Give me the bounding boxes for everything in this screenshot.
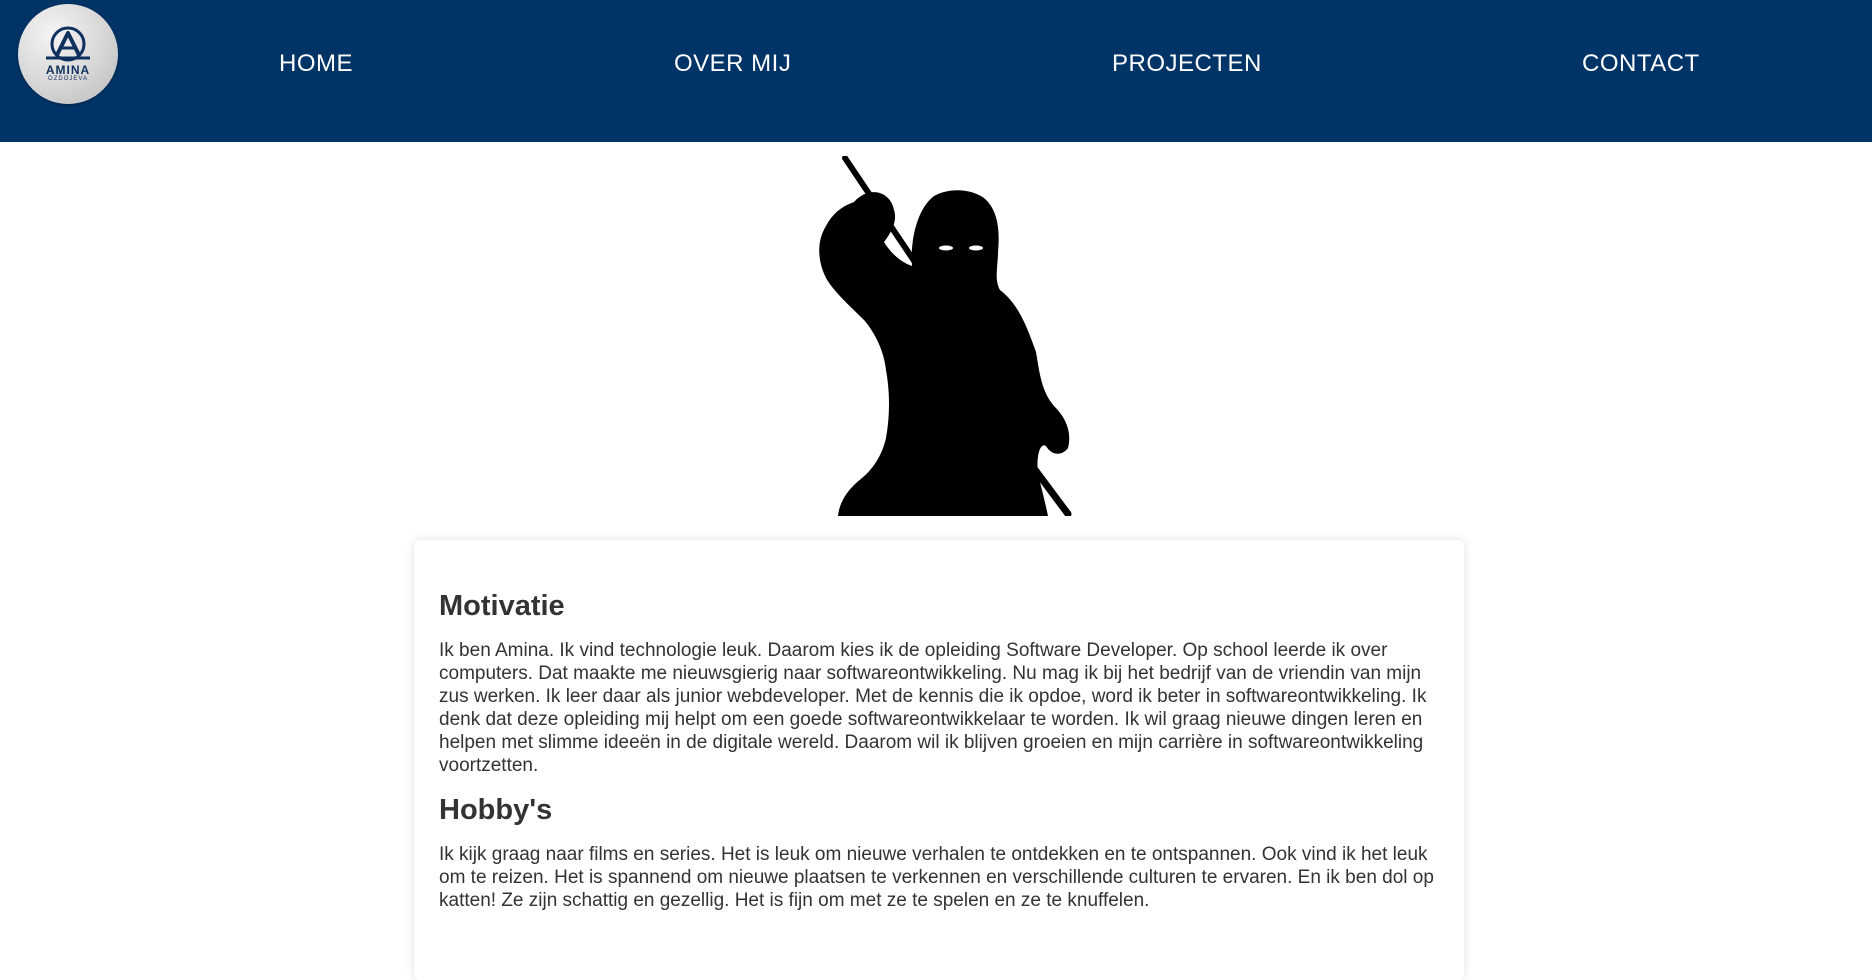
motivatie-heading: Motivatie — [439, 590, 565, 622]
nav-link-contact[interactable]: CONTACT — [1582, 50, 1700, 78]
motivatie-text: Ik ben Amina. Ik vind technologie leuk. … — [439, 640, 1427, 776]
ninja-silhouette-icon — [819, 155, 1072, 518]
letter-a-emblem-icon — [46, 26, 90, 62]
content-card: Motivatie Ik ben Amina. Ik vind technolo… — [414, 540, 1464, 980]
hero-image — [786, 155, 1092, 518]
hobbys-text: Ik kijk graag naar films en series. Het … — [439, 844, 1434, 911]
nav-link-projecten[interactable]: PROJECTEN — [1112, 50, 1262, 78]
logo-name: AMINA — [45, 63, 91, 77]
hobbys-heading: Hobby's — [439, 794, 553, 826]
site-logo[interactable]: AMINA OZDOJEVA — [18, 4, 118, 104]
nav-link-over-mij[interactable]: OVER MIJ — [674, 50, 791, 78]
nav-link-home[interactable]: HOME — [279, 50, 353, 78]
logo-surname: OZDOJEVA — [48, 76, 88, 82]
navbar: AMINA OZDOJEVA HOME OVER MIJ PROJECTEN C… — [0, 0, 1872, 142]
